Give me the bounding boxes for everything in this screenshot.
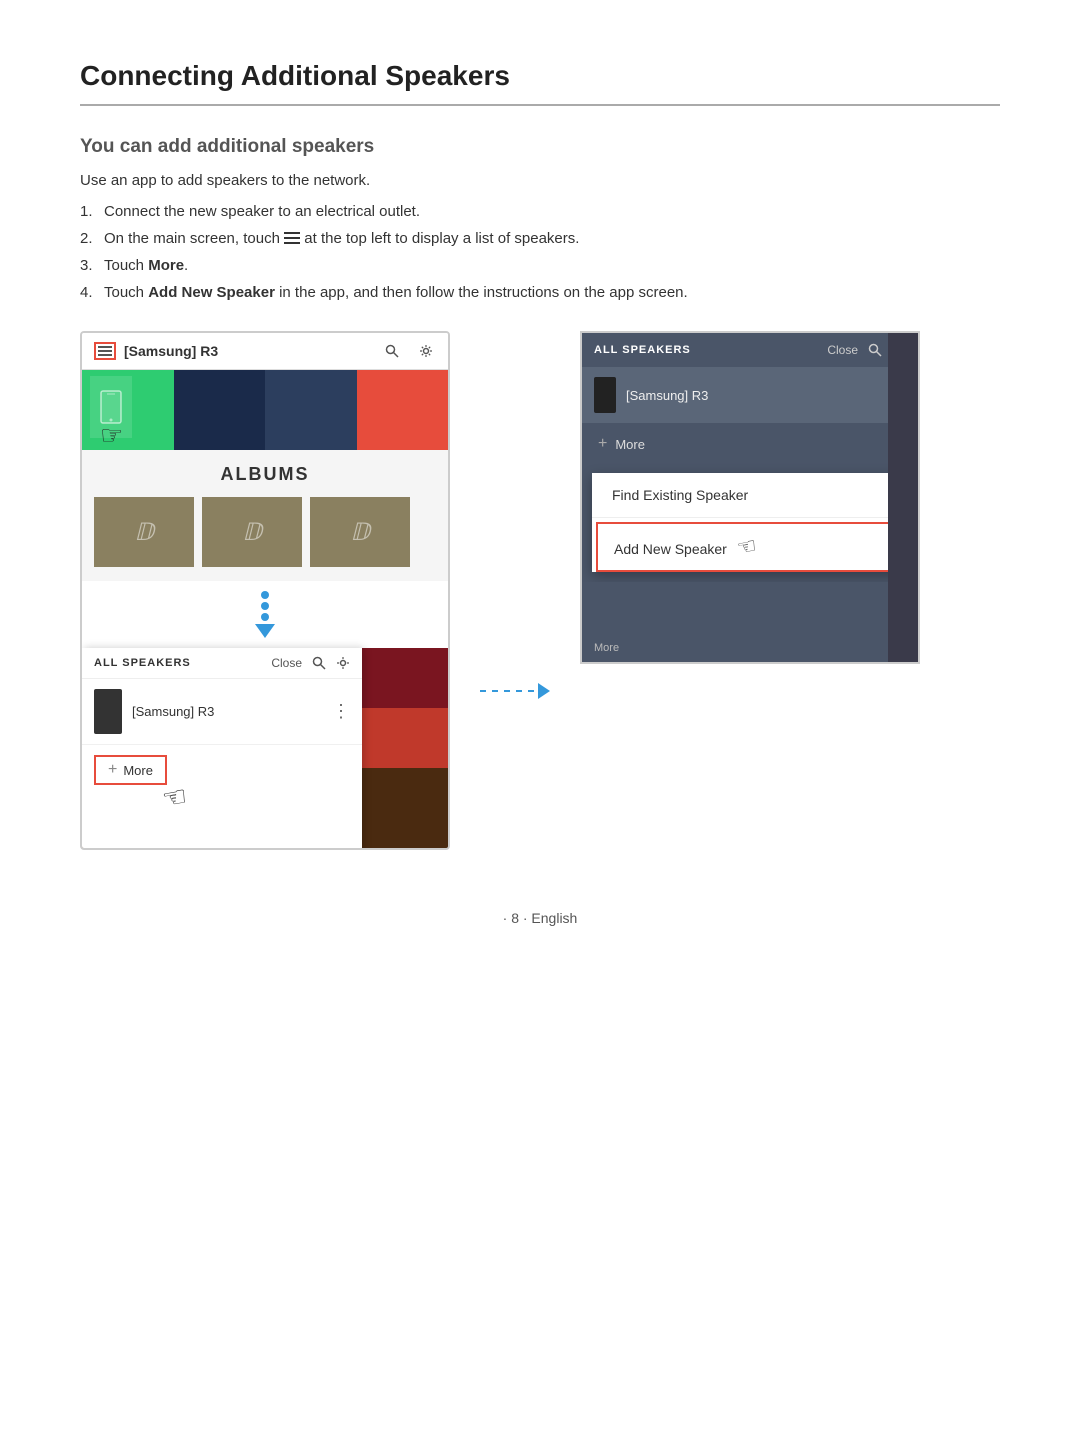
settings-icon[interactable] <box>416 341 436 361</box>
speaker-row: [Samsung] R3 ⋮ <box>82 679 362 745</box>
step-1-text: Connect the new speaker to an electrical… <box>104 203 420 220</box>
right-panel-mockup: ALL SPEAKERS Close [Samsung] R3 ⋮ + More… <box>580 331 920 664</box>
step-1: 1. Connect the new speaker to an electri… <box>80 203 1000 220</box>
diagrams-container: [Samsung] R3 ☞ <box>80 331 1000 850</box>
page-footer: · 8 · English <box>80 910 1000 926</box>
right-speaker-device-icon <box>594 377 616 413</box>
step-num-3: 3. <box>80 257 93 274</box>
right-lower-area: More <box>582 582 918 662</box>
step-2-text-after: at the top left to display a list of spe… <box>304 230 579 247</box>
right-speaker-row: [Samsung] R3 ⋮ <box>582 367 918 423</box>
hamburger-line-2 <box>98 350 112 352</box>
plus-icon: + <box>108 761 117 779</box>
album-thumb-1: 𝔻 <box>94 497 194 567</box>
red-band <box>357 370 449 450</box>
speakers-overlay-panel: ALL SPEAKERS Close [Samsung] R3 ⋮ <box>82 648 362 850</box>
hamburger-button[interactable] <box>94 342 116 360</box>
search-icon[interactable] <box>382 341 402 361</box>
pointing-hand-more: ☞ <box>159 779 189 816</box>
step-num-4: 4. <box>80 284 93 301</box>
panel-header-actions: Close <box>271 656 350 670</box>
right-edge-strip <box>888 333 918 662</box>
lower-phone-area: ALL SPEAKERS Close [Samsung] R3 ⋮ <box>82 648 448 848</box>
right-search-icon[interactable] <box>868 343 882 357</box>
darkblue-band <box>174 370 266 450</box>
albums-grid: 𝔻 𝔻 𝔻 <box>94 497 436 567</box>
panel-spacer <box>82 795 362 850</box>
speakers-panel-header: ALL SPEAKERS Close <box>82 648 362 679</box>
find-existing-speaker-item[interactable]: Find Existing Speaker <box>592 473 908 518</box>
left-phone-mockup: [Samsung] R3 ☞ <box>80 331 450 850</box>
right-panel-header: ALL SPEAKERS Close <box>582 333 918 367</box>
step-4: 4. Touch Add New Speaker in the app, and… <box>80 284 1000 301</box>
right-close-label[interactable]: Close <box>827 343 858 357</box>
dot-3 <box>261 613 269 621</box>
step-3-text: Touch More. <box>104 257 188 274</box>
section-subtitle: You can add additional speakers <box>80 136 1000 158</box>
albums-section: ALBUMS 𝔻 𝔻 𝔻 <box>82 450 448 581</box>
phone-app-header: [Samsung] R3 <box>82 333 448 370</box>
step-4-text: Touch Add New Speaker in the app, and th… <box>104 284 688 301</box>
step-2: 2. On the main screen, touch at the top … <box>80 230 1000 247</box>
right-plus-icon: + <box>598 435 607 453</box>
all-speakers-label: ALL SPEAKERS <box>94 657 191 669</box>
hamburger-line-3 <box>98 354 112 356</box>
pointing-hand-hamburger: ☞ <box>100 420 123 451</box>
page-title: Connecting Additional Speakers <box>80 60 1000 106</box>
pointing-hand-add-speaker: ☞ <box>735 532 759 561</box>
step-2-text-before: On the main screen, touch <box>104 230 284 247</box>
intro-text: Use an app to add speakers to the networ… <box>80 172 1000 189</box>
more-button[interactable]: + More <box>94 755 167 785</box>
settings-icon-panel[interactable] <box>336 656 350 670</box>
arrow-head <box>255 624 275 638</box>
dot-2 <box>261 602 269 610</box>
right-lower-label: More <box>594 642 619 654</box>
phone-header-right <box>382 341 436 361</box>
phone-header-left: [Samsung] R3 <box>94 342 218 360</box>
hamburger-line-1 <box>98 346 112 348</box>
search-icon-panel[interactable] <box>312 656 326 670</box>
more-label: More <box>123 763 153 778</box>
step-num-2: 2. <box>80 230 93 247</box>
speaker-options-dots[interactable]: ⋮ <box>332 701 350 722</box>
dropdown-popup: Find Existing Speaker Add New Speaker ☞ <box>592 473 908 572</box>
right-speaker-name: [Samsung] R3 <box>626 388 878 403</box>
arrow-right-dashed <box>480 676 550 706</box>
more-row: + More ☞ <box>82 745 362 795</box>
speaker-device-icon <box>94 689 122 734</box>
dot-1 <box>261 591 269 599</box>
album-thumb-3: 𝔻 <box>310 497 410 567</box>
navy-band <box>265 370 357 450</box>
step-3: 3. Touch More. <box>80 257 1000 274</box>
arrow-down-section <box>82 581 448 648</box>
right-more-label: More <box>615 437 645 452</box>
step-num-1: 1. <box>80 203 93 220</box>
dotted-arrow-down <box>255 591 275 638</box>
albums-title: ALBUMS <box>94 464 436 485</box>
close-label[interactable]: Close <box>271 656 302 670</box>
add-new-speaker-item[interactable]: Add New Speaker ☞ <box>596 522 904 572</box>
speaker-name: [Samsung] R3 <box>132 704 322 719</box>
add-new-speaker-label: Add New Speaker <box>614 541 727 557</box>
album-thumb-2: 𝔻 <box>202 497 302 567</box>
steps-list: 1. Connect the new speaker to an electri… <box>80 203 1000 301</box>
footer-text: · 8 · English <box>503 910 578 926</box>
right-more-row: + More <box>582 425 918 463</box>
color-band: ☞ <box>82 370 448 450</box>
hamburger-inline-icon <box>284 231 300 245</box>
right-all-speakers-label: ALL SPEAKERS <box>594 344 691 356</box>
app-title-text: [Samsung] R3 <box>124 343 218 359</box>
